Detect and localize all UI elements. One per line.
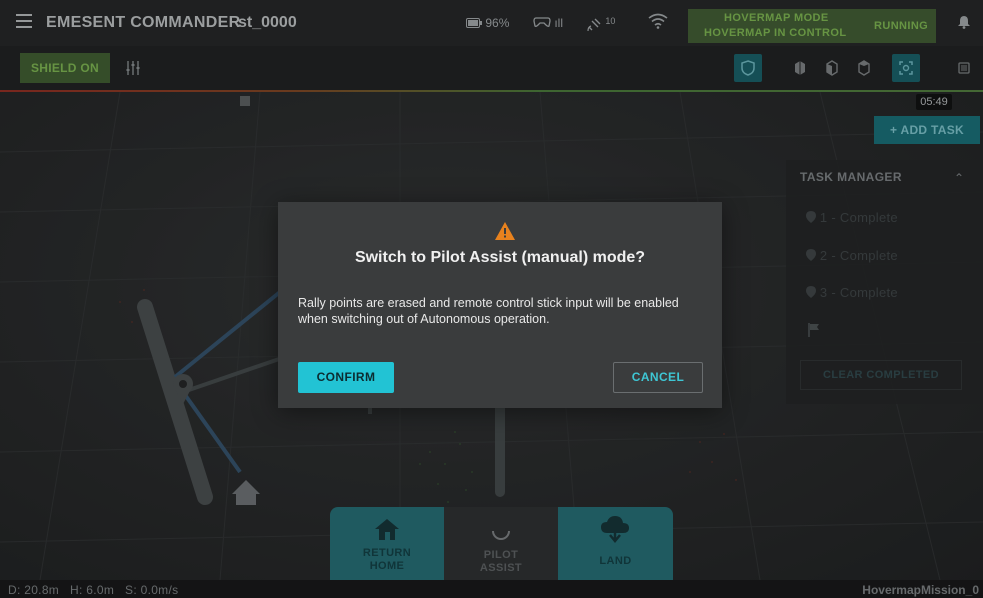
dialog-title: Switch to Pilot Assist (manual) mode? [354, 249, 646, 266]
warning-icon [495, 222, 515, 240]
pilot-assist-confirm-dialog: Switch to Pilot Assist (manual) mode? Ra… [278, 202, 722, 408]
confirm-button[interactable]: CONFIRM [298, 362, 394, 393]
cancel-button[interactable]: CANCEL [613, 362, 703, 393]
dialog-message: Rally points are erased and remote contr… [298, 296, 679, 326]
